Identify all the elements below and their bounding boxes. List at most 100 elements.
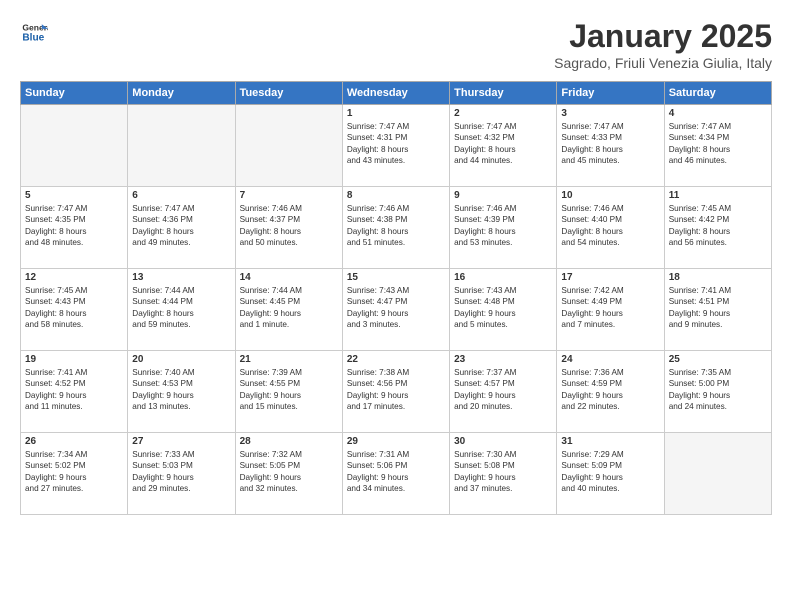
day-number: 13 — [132, 272, 230, 283]
day-number: 24 — [561, 354, 659, 365]
calendar-cell: 19Sunrise: 7:41 AMSunset: 4:52 PMDayligh… — [21, 351, 128, 433]
day-number: 2 — [454, 108, 552, 119]
day-number: 21 — [240, 354, 338, 365]
calendar-cell: 9 Sunrise: 7:46 AMSunset: 4:39 PMDaylight… — [450, 187, 557, 269]
cell-content: Sunrise: 7:47 AMSunset: 4:34 PMDaylight:… — [669, 121, 767, 167]
calendar-table: Sunday Monday Tuesday Wednesday Thursday… — [20, 81, 772, 515]
calendar-cell: 26 Sunrise: 7:34 AMSunset: 5:02 PMDayligh… — [21, 433, 128, 515]
calendar-cell: 5 Sunrise: 7:47 AMSunset: 4:35 PMDaylight… — [21, 187, 128, 269]
cell-content: Sunrise: 7:31 AMSunset: 5:06 PMDaylight:… — [347, 449, 445, 495]
calendar-cell: 7 Sunrise: 7:46 AMSunset: 4:37 PMDaylight… — [235, 187, 342, 269]
calendar-cell — [664, 433, 771, 515]
calendar-cell: 28 Sunrise: 7:32 AMSunset: 5:05 PMDayligh… — [235, 433, 342, 515]
cell-content: Sunrise: 7:35 AMSunset: 5:00 PMDaylight:… — [669, 367, 767, 413]
calendar-cell: 4 Sunrise: 7:47 AMSunset: 4:34 PMDaylight… — [664, 105, 771, 187]
day-number: 26 — [25, 436, 123, 447]
calendar-cell: 8 Sunrise: 7:46 AMSunset: 4:38 PMDaylight… — [342, 187, 449, 269]
cell-content: Sunrise: 7:30 AMSunset: 5:08 PMDaylight:… — [454, 449, 552, 495]
calendar-cell: 2 Sunrise: 7:47 AMSunset: 4:32 PMDaylight… — [450, 105, 557, 187]
calendar-cell: 22 Sunrise: 7:38 AMSunset: 4:56 PMDayligh… — [342, 351, 449, 433]
cell-content: Sunrise: 7:43 AMSunset: 4:47 PMDaylight:… — [347, 285, 445, 331]
cell-content: Sunrise: 7:47 AMSunset: 4:36 PMDaylight:… — [132, 203, 230, 249]
day-number: 11 — [669, 190, 767, 201]
calendar-cell: 21Sunrise: 7:39 AMSunset: 4:55 PMDayligh… — [235, 351, 342, 433]
calendar-cell: 18 Sunrise: 7:41 AMSunset: 4:51 PMDayligh… — [664, 269, 771, 351]
cell-content: Sunrise: 7:44 AMSunset: 4:45 PMDaylight:… — [240, 285, 338, 331]
calendar-cell: 11 Sunrise: 7:45 AMSunset: 4:42 PMDayligh… — [664, 187, 771, 269]
col-saturday: Saturday — [664, 82, 771, 105]
day-number: 29 — [347, 436, 445, 447]
cell-content: Sunrise: 7:45 AMSunset: 4:42 PMDaylight:… — [669, 203, 767, 249]
day-number: 3 — [561, 108, 659, 119]
calendar-cell: 31 Sunrise: 7:29 AMSunset: 5:09 PMDayligh… — [557, 433, 664, 515]
day-number: 17 — [561, 272, 659, 283]
cell-content: Sunrise: 7:43 AMSunset: 4:48 PMDaylight:… — [454, 285, 552, 331]
cell-content: Sunrise: 7:46 AMSunset: 4:40 PMDaylight:… — [561, 203, 659, 249]
day-number: 16 — [454, 272, 552, 283]
cell-content: Sunrise: 7:42 AMSunset: 4:49 PMDaylight:… — [561, 285, 659, 331]
logo-icon: General Blue — [20, 18, 48, 46]
logo: General Blue — [20, 18, 48, 46]
calendar-week-4: 26 Sunrise: 7:34 AMSunset: 5:02 PMDayligh… — [21, 433, 772, 515]
day-number: 8 — [347, 190, 445, 201]
day-number: 6 — [132, 190, 230, 201]
day-number: 23 — [454, 354, 552, 365]
calendar-cell: 30 Sunrise: 7:30 AMSunset: 5:08 PMDayligh… — [450, 433, 557, 515]
cell-content: Sunrise: 7:47 AMSunset: 4:32 PMDaylight:… — [454, 121, 552, 167]
cell-content: Sunrise: 7:47 AMSunset: 4:33 PMDaylight:… — [561, 121, 659, 167]
day-number: 12 — [25, 272, 123, 283]
day-number: 10 — [561, 190, 659, 201]
calendar-cell: 12Sunrise: 7:45 AMSunset: 4:43 PMDayligh… — [21, 269, 128, 351]
day-number: 19 — [25, 354, 123, 365]
cell-content: Sunrise: 7:38 AMSunset: 4:56 PMDaylight:… — [347, 367, 445, 413]
calendar-cell: 3 Sunrise: 7:47 AMSunset: 4:33 PMDaylight… — [557, 105, 664, 187]
calendar-week-2: 12Sunrise: 7:45 AMSunset: 4:43 PMDayligh… — [21, 269, 772, 351]
col-wednesday: Wednesday — [342, 82, 449, 105]
day-number: 30 — [454, 436, 552, 447]
calendar-week-3: 19Sunrise: 7:41 AMSunset: 4:52 PMDayligh… — [21, 351, 772, 433]
day-number: 7 — [240, 190, 338, 201]
calendar-cell: 14 Sunrise: 7:44 AMSunset: 4:45 PMDayligh… — [235, 269, 342, 351]
day-number: 4 — [669, 108, 767, 119]
calendar-cell: 25Sunrise: 7:35 AMSunset: 5:00 PMDayligh… — [664, 351, 771, 433]
calendar-cell: 24 Sunrise: 7:36 AMSunset: 4:59 PMDayligh… — [557, 351, 664, 433]
cell-content: Sunrise: 7:47 AMSunset: 4:35 PMDaylight:… — [25, 203, 123, 249]
calendar-title: January 2025 — [554, 18, 772, 55]
cell-content: Sunrise: 7:37 AMSunset: 4:57 PMDaylight:… — [454, 367, 552, 413]
cell-content: Sunrise: 7:29 AMSunset: 5:09 PMDaylight:… — [561, 449, 659, 495]
cell-content: Sunrise: 7:46 AMSunset: 4:37 PMDaylight:… — [240, 203, 338, 249]
calendar-cell: 23 Sunrise: 7:37 AMSunset: 4:57 PMDayligh… — [450, 351, 557, 433]
calendar-cell — [128, 105, 235, 187]
col-monday: Monday — [128, 82, 235, 105]
cell-content: Sunrise: 7:44 AMSunset: 4:44 PMDaylight:… — [132, 285, 230, 331]
cell-content: Sunrise: 7:36 AMSunset: 4:59 PMDaylight:… — [561, 367, 659, 413]
calendar-week-0: 1Sunrise: 7:47 AMSunset: 4:31 PMDaylight… — [21, 105, 772, 187]
col-tuesday: Tuesday — [235, 82, 342, 105]
calendar-subtitle: Sagrado, Friuli Venezia Giulia, Italy — [554, 55, 772, 71]
day-number: 14 — [240, 272, 338, 283]
calendar-cell — [235, 105, 342, 187]
title-block: January 2025 Sagrado, Friuli Venezia Giu… — [554, 18, 772, 71]
col-sunday: Sunday — [21, 82, 128, 105]
calendar-cell: 1Sunrise: 7:47 AMSunset: 4:31 PMDaylight… — [342, 105, 449, 187]
day-number: 27 — [132, 436, 230, 447]
day-number: 9 — [454, 190, 552, 201]
calendar-cell: 6 Sunrise: 7:47 AMSunset: 4:36 PMDaylight… — [128, 187, 235, 269]
cell-content: Sunrise: 7:33 AMSunset: 5:03 PMDaylight:… — [132, 449, 230, 495]
day-number: 5 — [25, 190, 123, 201]
calendar-cell: 27 Sunrise: 7:33 AMSunset: 5:03 PMDayligh… — [128, 433, 235, 515]
cell-content: Sunrise: 7:46 AMSunset: 4:39 PMDaylight:… — [454, 203, 552, 249]
col-friday: Friday — [557, 82, 664, 105]
svg-text:Blue: Blue — [22, 33, 44, 44]
day-number: 28 — [240, 436, 338, 447]
header: General Blue January 2025 Sagrado, Friul… — [20, 18, 772, 71]
day-number: 31 — [561, 436, 659, 447]
cell-content: Sunrise: 7:32 AMSunset: 5:05 PMDaylight:… — [240, 449, 338, 495]
cell-content: Sunrise: 7:34 AMSunset: 5:02 PMDaylight:… — [25, 449, 123, 495]
day-number: 22 — [347, 354, 445, 365]
day-number: 18 — [669, 272, 767, 283]
cell-content: Sunrise: 7:46 AMSunset: 4:38 PMDaylight:… — [347, 203, 445, 249]
calendar-cell: 20Sunrise: 7:40 AMSunset: 4:53 PMDayligh… — [128, 351, 235, 433]
calendar-cell: 16 Sunrise: 7:43 AMSunset: 4:48 PMDayligh… — [450, 269, 557, 351]
cell-content: Sunrise: 7:41 AMSunset: 4:51 PMDaylight:… — [669, 285, 767, 331]
